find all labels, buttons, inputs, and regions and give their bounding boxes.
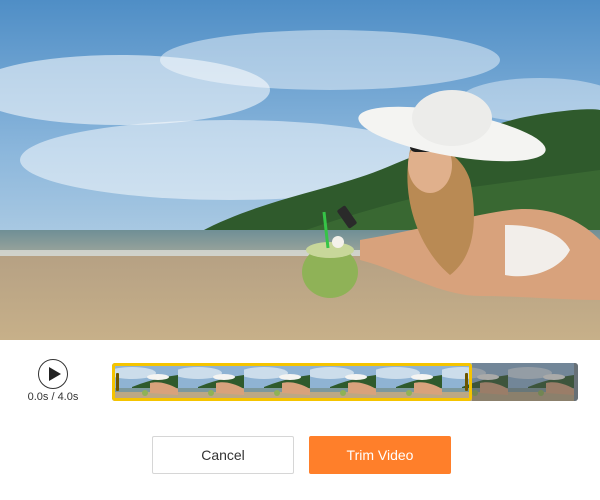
unselected-region	[472, 363, 578, 401]
trim-end-handle[interactable]	[465, 373, 468, 391]
video-preview[interactable]	[0, 0, 600, 340]
trim-video-button[interactable]: Trim Video	[309, 436, 451, 474]
cancel-button[interactable]: Cancel	[152, 436, 294, 474]
time-readout: 0.0s / 4.0s	[27, 391, 79, 403]
trim-start-handle[interactable]	[116, 373, 119, 391]
play-button[interactable]	[38, 359, 68, 389]
player-controls: 0.0s / 4.0s	[0, 340, 600, 420]
action-buttons: Cancel Trim Video	[0, 436, 600, 474]
play-icon	[48, 367, 61, 381]
trim-selection[interactable]	[112, 363, 472, 401]
video-frame-image	[0, 0, 600, 340]
